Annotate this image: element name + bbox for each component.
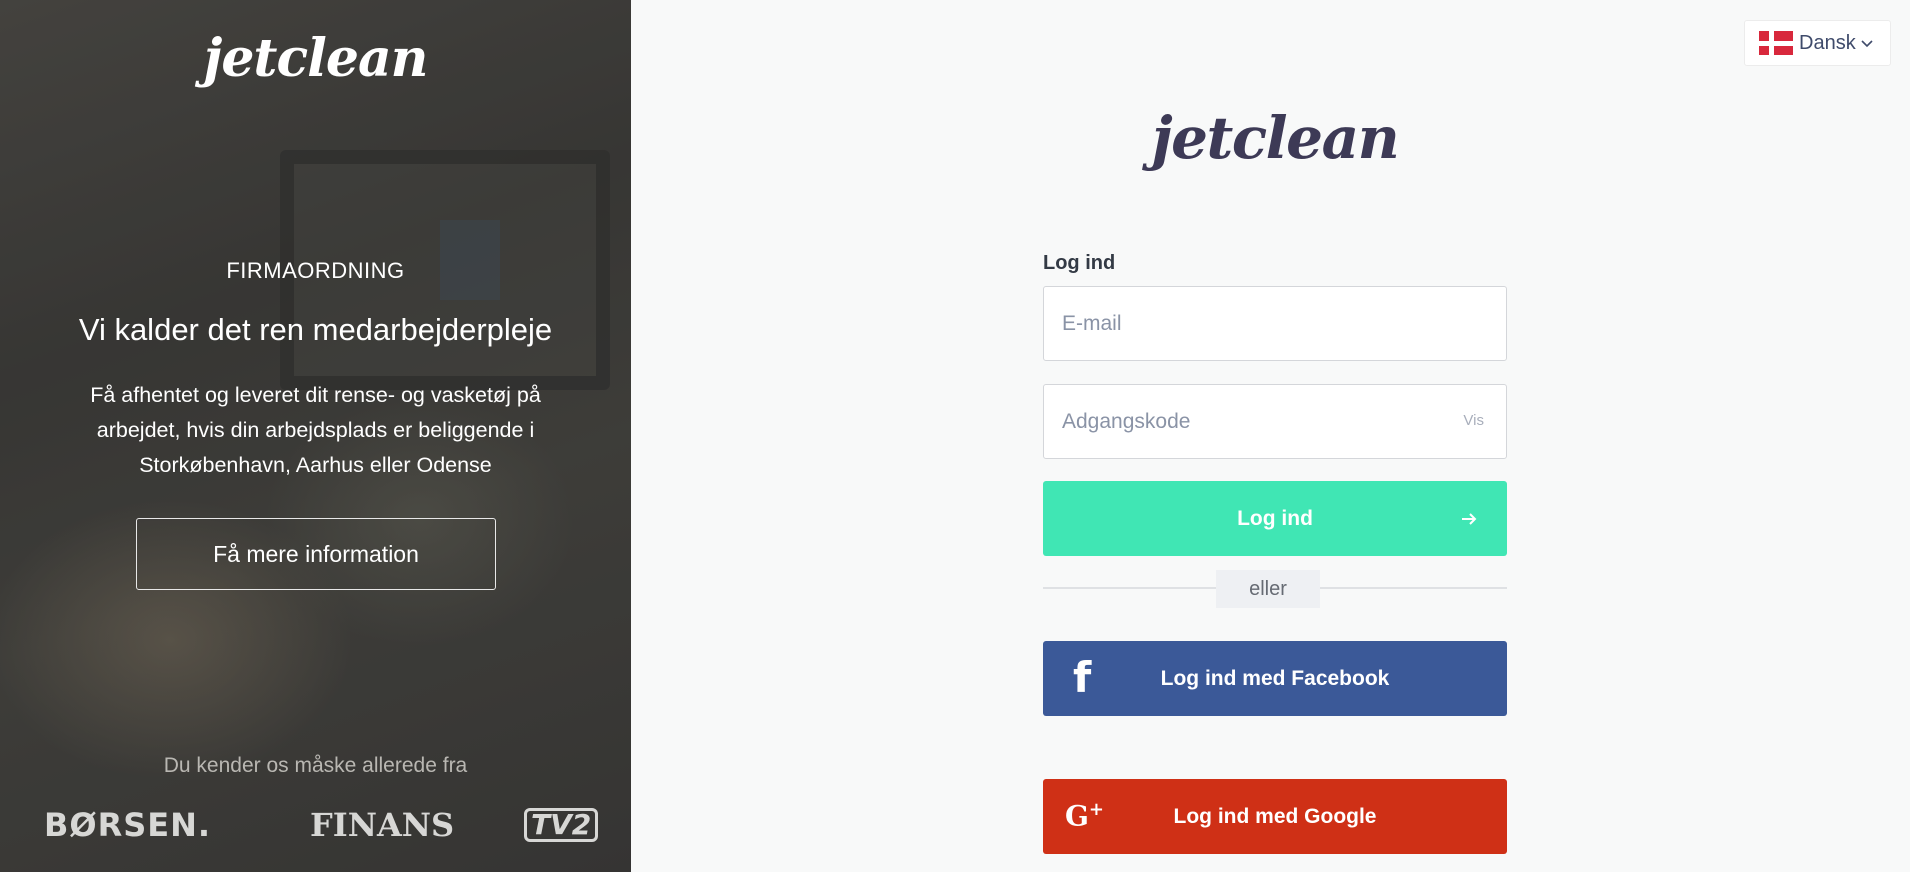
more-info-button[interactable]: Få mere information bbox=[136, 518, 496, 590]
promo-description: Få afhentet og leveret dit rense- og vas… bbox=[90, 383, 541, 477]
arrow-right-icon bbox=[1462, 513, 1477, 525]
facebook-login-button[interactable]: f Log ind med Facebook bbox=[1043, 641, 1507, 716]
facebook-icon: f bbox=[1073, 653, 1092, 702]
press-logos: BØRSEN. FINANS TV2 bbox=[0, 806, 631, 846]
show-password-toggle[interactable]: Vis bbox=[1463, 412, 1484, 429]
password-input[interactable] bbox=[1044, 385, 1506, 458]
login-title: Log ind bbox=[1043, 252, 1116, 274]
language-label: Dansk bbox=[1799, 31, 1856, 54]
promo-logo: jetclean bbox=[203, 28, 429, 89]
google-button-label: Log ind med Google bbox=[1173, 804, 1377, 828]
section-label: FIRMAORDNING bbox=[226, 258, 405, 283]
brand-logo: jetclean bbox=[1151, 104, 1400, 172]
password-field-wrapper: Vis bbox=[1043, 384, 1507, 459]
borsen-logo: BØRSEN. bbox=[44, 806, 212, 844]
chevron-down-icon bbox=[1861, 40, 1873, 48]
or-separator: eller bbox=[1216, 570, 1320, 608]
google-plus-icon: G+ bbox=[1065, 799, 1105, 833]
facebook-button-label: Log ind med Facebook bbox=[1160, 666, 1390, 690]
promo-panel: jetclean FIRMAORDNING Vi kalder det ren … bbox=[0, 0, 631, 872]
login-button-label: Log ind bbox=[1237, 506, 1313, 530]
google-login-button[interactable]: G+ Log ind med Google bbox=[1043, 779, 1507, 854]
language-select[interactable]: Dansk bbox=[1744, 20, 1891, 66]
denmark-flag-icon bbox=[1759, 31, 1793, 55]
tv2-logo: TV2 bbox=[524, 808, 599, 842]
email-field-wrapper bbox=[1043, 286, 1507, 361]
email-input[interactable] bbox=[1044, 287, 1506, 360]
known-from-label: Du kender os måske allerede fra bbox=[163, 754, 468, 777]
login-button[interactable]: Log ind bbox=[1043, 481, 1507, 556]
finans-logo: FINANS bbox=[310, 806, 455, 844]
promo-headline: Vi kalder det ren medarbejderpleje bbox=[78, 312, 553, 347]
